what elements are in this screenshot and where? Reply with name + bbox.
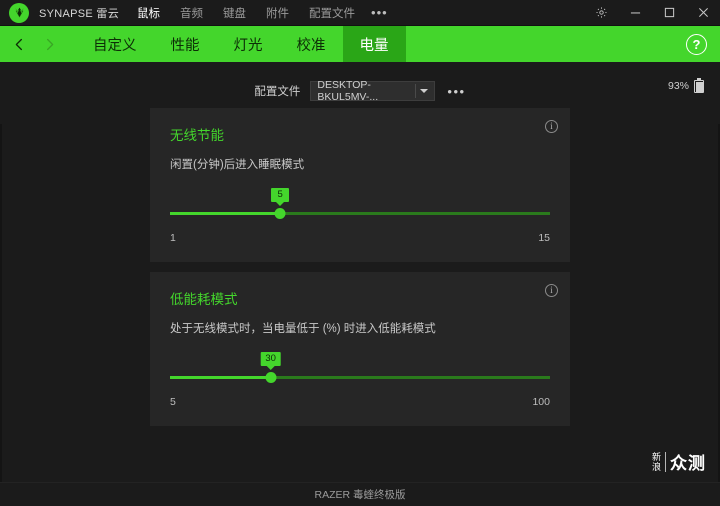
slider-value-bubble: 5 [271, 188, 290, 202]
tab-power[interactable]: 电量 [342, 26, 406, 62]
card-low-power-mode: i 低能耗模式 处于无线模式时，当电量低于 (%) 时进入低能耗模式 30 5 … [150, 272, 570, 426]
profile-select[interactable]: DESKTOP-BKUL5MV-... [310, 79, 436, 103]
close-icon[interactable] [686, 0, 720, 26]
slider-range-labels: 1 15 [170, 232, 550, 244]
settings-cards: i 无线节能 闲置(分钟)后进入睡眠模式 5 1 15 i 低能耗模式 处于无线… [0, 108, 720, 426]
tab-calibration[interactable]: 校准 [280, 26, 343, 62]
topnav-item-profiles[interactable]: 配置文件 [309, 5, 355, 21]
profile-row: 配置文件 DESKTOP-BKUL5MV-... ••• 93% [0, 62, 720, 106]
maximize-icon[interactable] [652, 0, 686, 26]
card-description: 处于无线模式时，当电量低于 (%) 时进入低能耗模式 [170, 323, 436, 335]
card-title: 低能耗模式 [170, 292, 238, 307]
profile-label: 配置文件 [254, 86, 301, 98]
help-button[interactable]: ? [686, 33, 707, 55]
chevron-right-icon[interactable] [36, 26, 62, 62]
window-controls [584, 0, 720, 26]
slider-value-bubble: 30 [260, 352, 281, 366]
topnav-item-keyboard[interactable]: 键盘 [223, 5, 246, 21]
device-name-label: RAZER 毒蝰终极版 [314, 489, 406, 501]
slider-max-label: 15 [538, 232, 550, 244]
minimize-icon[interactable] [618, 0, 652, 26]
card-wireless-power-saving: i 无线节能 闲置(分钟)后进入睡眠模式 5 1 15 [150, 108, 570, 262]
info-icon[interactable]: i [545, 284, 558, 297]
slider-knob[interactable] [274, 208, 286, 219]
tab-list: 自定义 性能 灯光 校准 电量 [76, 26, 406, 62]
battery-icon [694, 78, 704, 93]
slider-knob[interactable] [265, 372, 277, 383]
slider-min-label: 1 [170, 232, 176, 244]
slider-fill [170, 212, 281, 215]
section-tab-bar: 自定义 性能 灯光 校准 电量 ? [0, 26, 720, 62]
tab-lighting[interactable]: 灯光 [217, 26, 280, 62]
topnav-item-mouse[interactable]: 鼠标 [137, 5, 160, 21]
tabbar-spacer [406, 26, 687, 62]
sleep-timer-slider[interactable]: 5 [170, 188, 550, 230]
status-bar: RAZER 毒蝰终极版 [0, 482, 720, 506]
topnav-item-accessories[interactable]: 附件 [266, 5, 289, 21]
app-brand-title: SYNAPSE 雷云 [39, 7, 120, 20]
card-description: 闲置(分钟)后进入睡眠模式 [170, 159, 305, 171]
left-gutter [0, 124, 2, 506]
chevron-left-icon[interactable] [6, 26, 32, 62]
navigation-arrows [0, 26, 62, 62]
tab-customize[interactable]: 自定义 [76, 26, 154, 62]
content-area: 配置文件 DESKTOP-BKUL5MV-... ••• 93% i 无线节能 … [0, 62, 720, 506]
watermark-left-line1: 新 [651, 451, 661, 462]
profile-select-value: DESKTOP-BKUL5MV-... [317, 79, 379, 103]
topnav-item-audio[interactable]: 音频 [180, 5, 203, 21]
battery-status: 93% [668, 78, 704, 93]
chevron-down-icon [420, 89, 429, 93]
razer-synapse-window: SYNAPSE 雷云 鼠标 音频 键盘 附件 配置文件 ••• 自定义 性能 灯… [0, 0, 720, 506]
info-icon[interactable]: i [545, 120, 558, 133]
title-bar: SYNAPSE 雷云 鼠标 音频 键盘 附件 配置文件 ••• [0, 0, 720, 26]
slider-min-label: 5 [170, 396, 176, 408]
tab-performance[interactable]: 性能 [154, 26, 217, 62]
battery-percent: 93% [667, 79, 689, 92]
watermark: 新 浪 众测 [652, 449, 706, 474]
low-power-threshold-slider[interactable]: 30 [170, 352, 550, 394]
profile-more-button[interactable]: ••• [447, 84, 465, 99]
top-navigation: 鼠标 音频 键盘 附件 配置文件 [137, 5, 355, 21]
gear-icon[interactable] [584, 0, 618, 26]
card-title: 无线节能 [170, 128, 224, 143]
watermark-right: 众测 [670, 454, 706, 473]
profile-select-divider [415, 84, 417, 98]
slider-range-labels: 5 100 [170, 396, 550, 408]
watermark-left: 新 浪 [651, 451, 666, 472]
watermark-left-line2: 浪 [651, 461, 661, 472]
slider-max-label: 100 [532, 396, 550, 408]
topnav-more-button[interactable]: ••• [371, 5, 388, 20]
slider-fill [170, 376, 271, 379]
razer-logo-icon [9, 2, 29, 23]
